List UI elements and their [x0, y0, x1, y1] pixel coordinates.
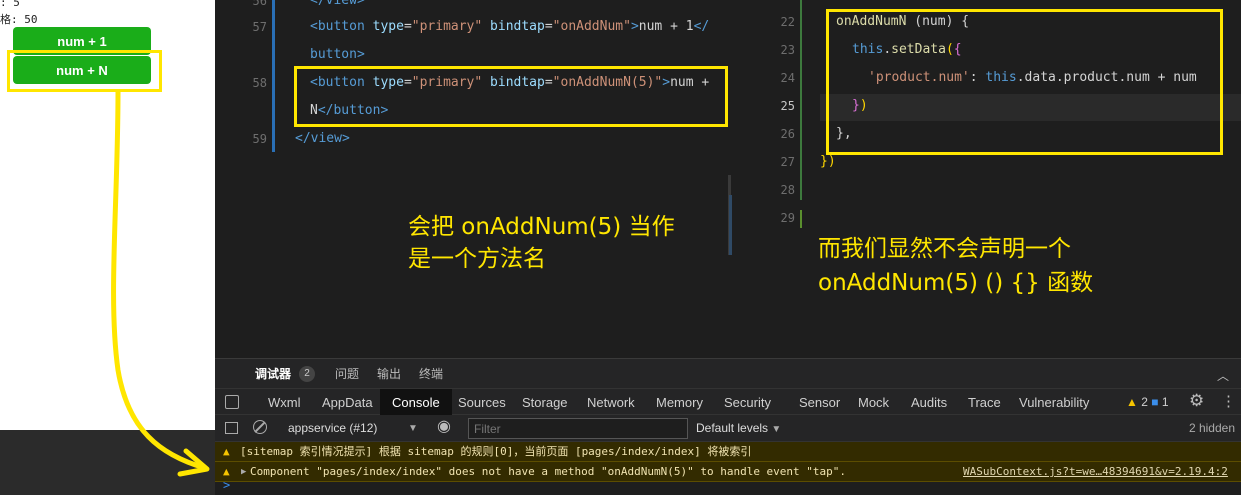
- info-icon: ■: [1151, 395, 1159, 409]
- arrow-path: [111, 89, 208, 471]
- filter-input[interactable]: [468, 418, 688, 439]
- console-toolbar: appservice (#12) ▼ ◉ Default levels ▼ 2 …: [215, 415, 1241, 442]
- panel-tab[interactable]: Memory: [656, 389, 703, 416]
- gear-icon[interactable]: ⚙: [1189, 391, 1204, 411]
- context-select[interactable]: appservice (#12): [288, 415, 377, 442]
- inspect-element-icon[interactable]: [225, 395, 239, 409]
- panel-tab[interactable]: Storage: [522, 389, 568, 416]
- panel-tab[interactable]: Wxml: [268, 389, 301, 416]
- message-text: [sitemap 索引情况提示] 根据 sitemap 的规则[0]，当前页面 …: [240, 445, 752, 458]
- warning-counter[interactable]: ▲ 2 ■ 1: [1126, 389, 1169, 416]
- screenshot-root: : 5 格: 50 num + 1 num + N 56 57 58 59 </…: [0, 0, 1241, 495]
- panel-tab-console[interactable]: Console: [380, 389, 452, 416]
- panel-tab[interactable]: Security: [724, 389, 771, 416]
- devtools-top-tabs: 调试器 2 问题 输出 终端 ︿: [215, 358, 1241, 388]
- log-levels-select[interactable]: Default levels ▼: [696, 415, 781, 442]
- warning-icon: ▲: [223, 445, 230, 458]
- hidden-count: 2 hidden: [1188, 421, 1235, 435]
- tab-debugger[interactable]: 调试器: [255, 359, 291, 389]
- eye-icon[interactable]: ◉: [437, 416, 451, 436]
- panel-tab[interactable]: Sensor: [799, 389, 840, 416]
- tab-issues[interactable]: 问题: [335, 359, 359, 389]
- panel-tab[interactable]: Sources: [458, 389, 506, 416]
- debugger-badge: 2: [299, 366, 315, 382]
- expand-triangle-icon[interactable]: ▶: [241, 462, 246, 482]
- dropdown-caret-icon: ▼: [771, 424, 782, 435]
- devtools-panel-tabs: Wxml AppData Console Sources Storage Net…: [215, 388, 1241, 416]
- console-message[interactable]: ▲ [sitemap 索引情况提示] 根据 sitemap 的规则[0]，当前页…: [215, 442, 1241, 462]
- panel-tab[interactable]: Trace: [968, 389, 1001, 416]
- dropdown-caret-icon[interactable]: ▼: [408, 415, 418, 442]
- warning-icon: ▲: [1126, 395, 1138, 409]
- panel-tab[interactable]: Audits: [911, 389, 947, 416]
- panel-tab[interactable]: Mock: [858, 389, 889, 416]
- message-text: Component "pages/index/index" does not h…: [250, 465, 847, 478]
- tab-output[interactable]: 输出: [377, 359, 401, 389]
- chevron-up-icon[interactable]: ︿: [1217, 367, 1229, 384]
- panel-tab[interactable]: AppData: [322, 389, 373, 416]
- panel-tab[interactable]: Network: [587, 389, 635, 416]
- sidebar-toggle-icon[interactable]: [225, 422, 238, 434]
- tab-terminal[interactable]: 终端: [419, 359, 443, 389]
- console-prompt[interactable]: >: [215, 478, 1241, 495]
- panel-tab[interactable]: Vulnerability: [1019, 389, 1089, 416]
- message-source-link[interactable]: WASubContext.js?t=we…48394691&v=2.19.4:2: [963, 462, 1228, 482]
- clear-console-icon[interactable]: [253, 420, 267, 434]
- prompt-chevron: >: [223, 478, 231, 492]
- more-icon[interactable]: ⋮: [1221, 392, 1236, 410]
- console-message[interactable]: ▲ ▶ Component "pages/index/index" does n…: [215, 462, 1241, 482]
